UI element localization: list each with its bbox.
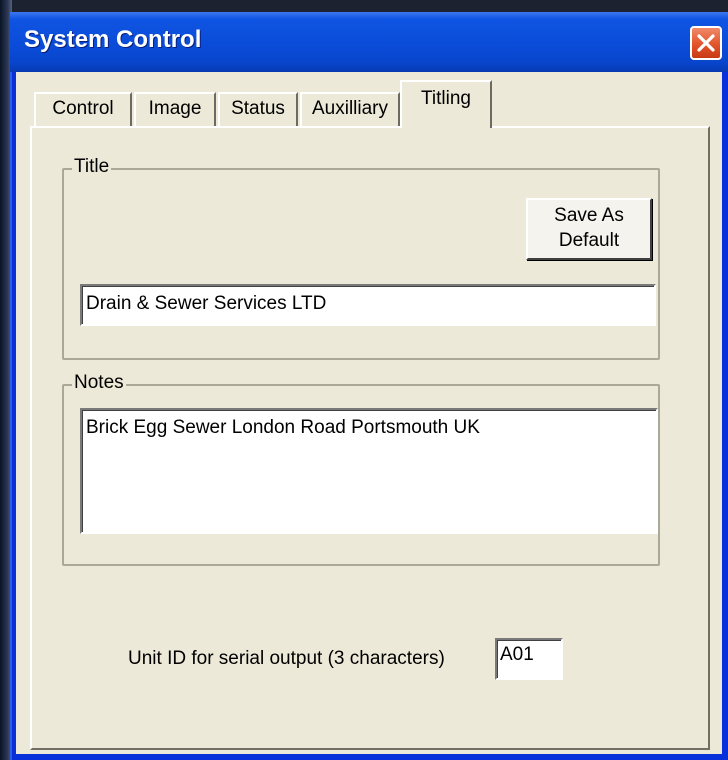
- notes-textarea[interactable]: Brick Egg Sewer London Road Portsmouth U…: [80, 408, 658, 534]
- tab-label: Titling: [421, 88, 471, 109]
- tab-titling[interactable]: Titling: [400, 80, 492, 128]
- unit-id-input[interactable]: A01: [495, 638, 563, 680]
- title-group-label: Title: [72, 156, 112, 178]
- dialog-client-area: Control Image Status Auxilliary Titling …: [16, 72, 722, 754]
- tab-control[interactable]: Control: [34, 92, 132, 126]
- window-title: System Control: [24, 26, 202, 53]
- close-icon: [697, 34, 715, 52]
- save-button-label-line1: Save As: [554, 205, 624, 226]
- notes-groupbox: Notes Brick Egg Sewer London Road Portsm…: [62, 372, 660, 566]
- tab-image[interactable]: Image: [134, 92, 216, 126]
- tab-status[interactable]: Status: [218, 92, 298, 126]
- titling-tab-panel: Title Save As Default Drain & Sewer Serv…: [30, 126, 710, 750]
- system-control-dialog: System Control Control Image Status Auxi…: [10, 12, 728, 760]
- close-button[interactable]: [690, 26, 722, 60]
- unit-id-label: Unit ID for serial output (3 characters): [128, 648, 445, 669]
- tab-auxilliary[interactable]: Auxilliary: [300, 92, 400, 126]
- tab-label: Auxilliary: [311, 98, 389, 119]
- title-groupbox: Title Save As Default Drain & Sewer Serv…: [62, 156, 660, 360]
- tab-label: Status: [231, 98, 285, 119]
- title-input[interactable]: Drain & Sewer Services LTD: [80, 284, 656, 326]
- save-as-default-button[interactable]: Save As Default: [526, 198, 652, 260]
- tab-label: Control: [52, 98, 114, 119]
- save-button-label-line2: Default: [558, 230, 620, 251]
- title-bar[interactable]: System Control: [10, 12, 728, 72]
- tab-label: Image: [148, 98, 202, 119]
- notes-group-label: Notes: [72, 372, 126, 394]
